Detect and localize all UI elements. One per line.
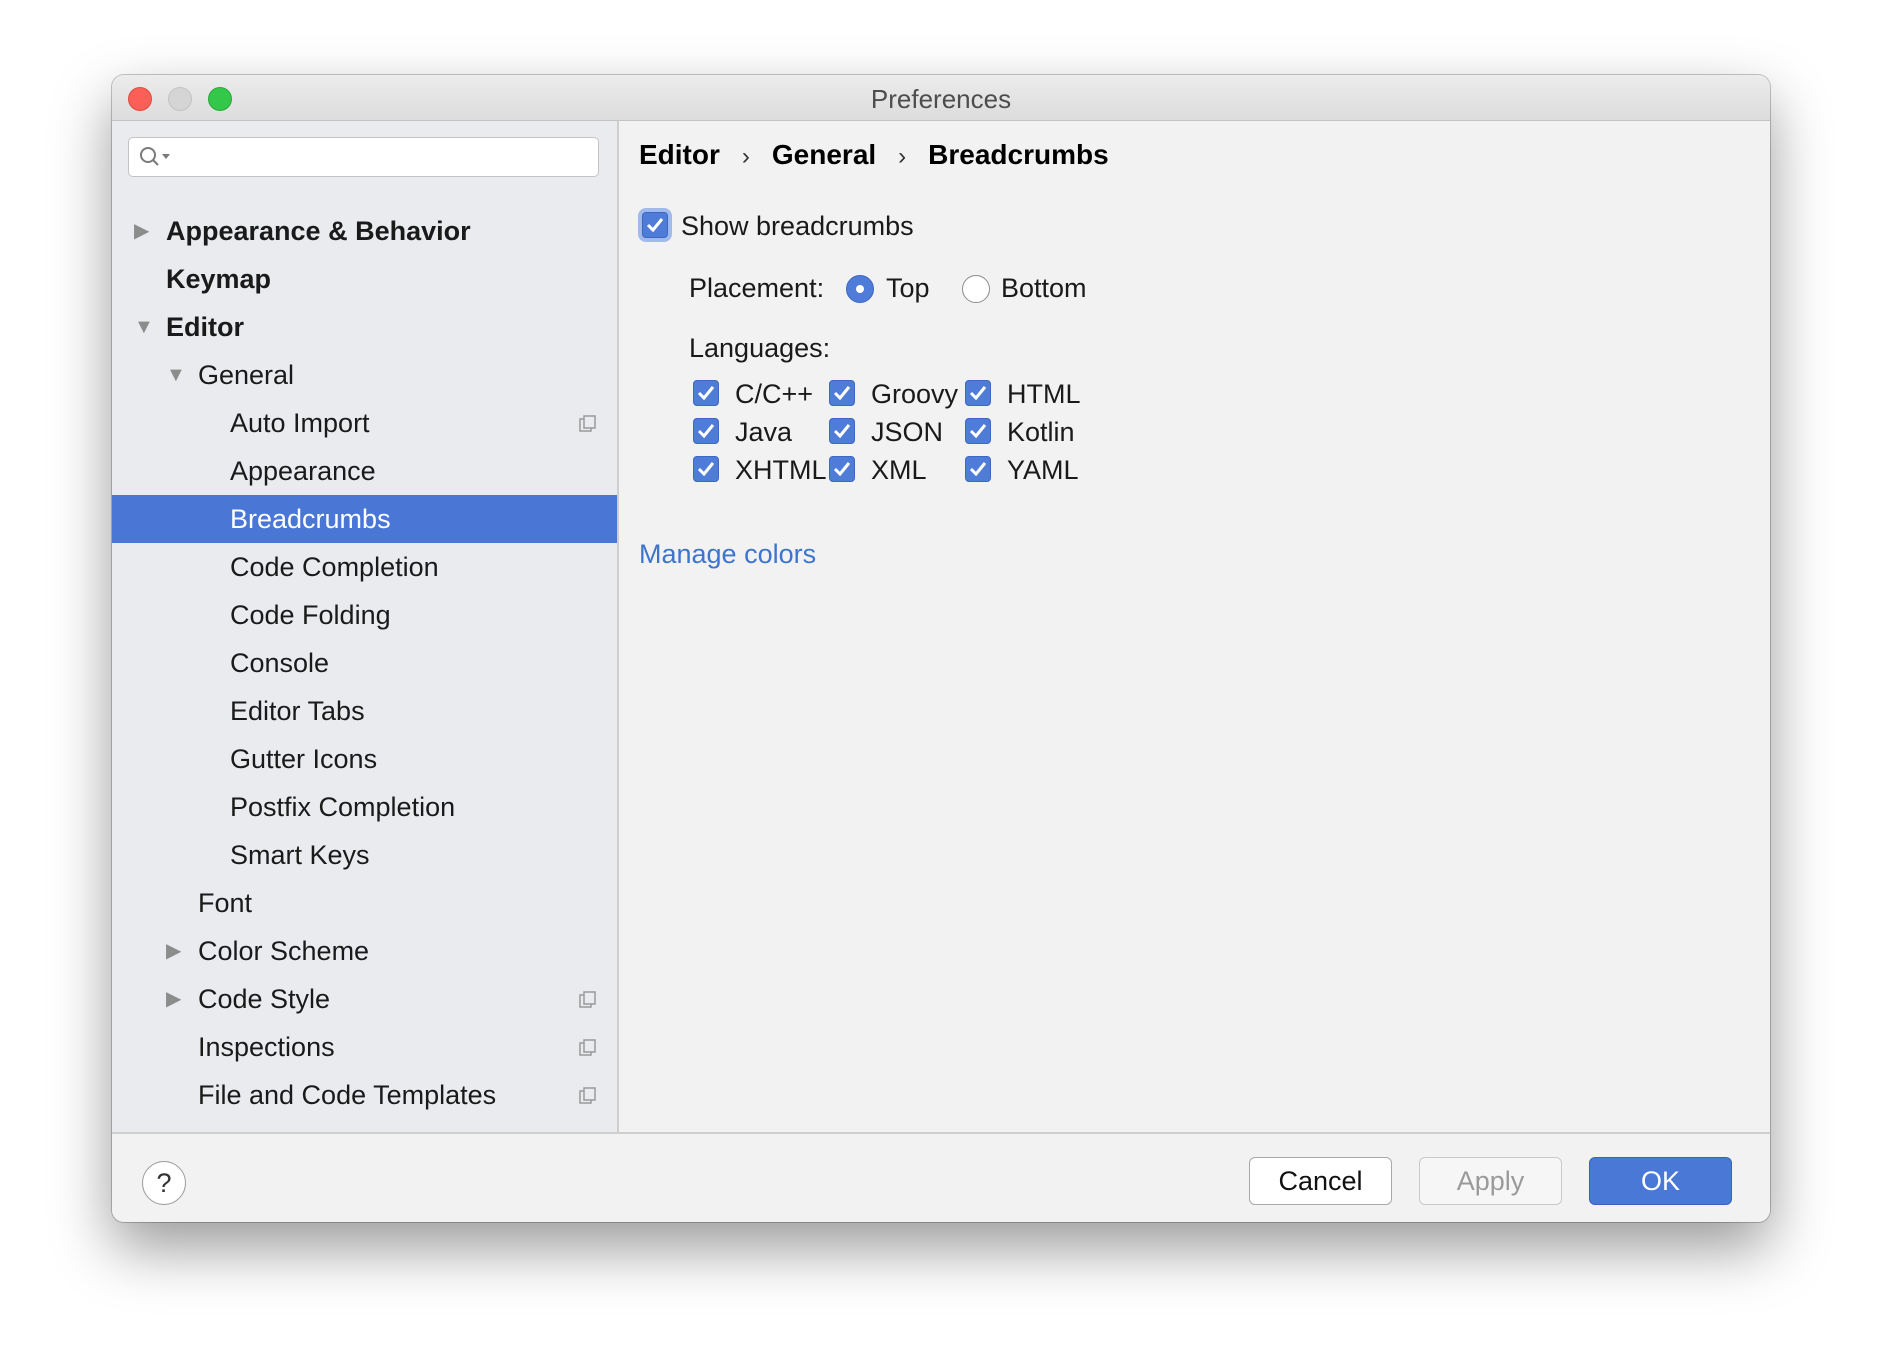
- dialog-footer: ? Cancel Apply OK: [112, 1132, 1770, 1222]
- sidebar-item-smart-keys[interactable]: Smart Keys: [112, 831, 617, 879]
- search-input[interactable]: [128, 137, 599, 177]
- checkmark-icon: [697, 462, 715, 477]
- apply-button[interactable]: Apply: [1419, 1157, 1562, 1205]
- sidebar-item-keymap[interactable]: Keymap: [112, 255, 617, 303]
- sidebar-item-editor[interactable]: ▼ Editor: [112, 303, 617, 351]
- language-checkbox-groovy[interactable]: [829, 380, 855, 406]
- languages-label: Languages:: [689, 333, 831, 363]
- copy-icon: [579, 1087, 596, 1104]
- help-button[interactable]: ?: [142, 1161, 186, 1205]
- copy-icon: [579, 991, 596, 1008]
- sidebar-item-file-encodings[interactable]: File Encodings: [112, 1119, 617, 1132]
- placement-top-radio[interactable]: [846, 275, 874, 303]
- language-checkbox-json[interactable]: [829, 418, 855, 444]
- breadcrumb-item-breadcrumbs: Breadcrumbs: [928, 139, 1109, 170]
- sidebar-item-code-completion[interactable]: Code Completion: [112, 543, 617, 591]
- copy-icon: [579, 415, 596, 432]
- breadcrumb-separator-icon: ›: [898, 143, 907, 170]
- settings-sidebar: ▶ Appearance & Behavior Keymap ▼ Editor …: [112, 121, 619, 1132]
- language-label-yaml: YAML: [1007, 455, 1079, 485]
- placement-bottom-label: Bottom: [1001, 273, 1087, 303]
- sidebar-item-breadcrumbs[interactable]: Breadcrumbs: [112, 495, 617, 543]
- checkmark-icon: [969, 462, 987, 477]
- title-bar: Preferences: [112, 75, 1770, 121]
- language-checkbox-xhtml[interactable]: [693, 456, 719, 482]
- language-label-groovy: Groovy: [871, 379, 959, 409]
- checkmark-icon: [833, 386, 851, 401]
- placement-bottom-radio[interactable]: [962, 275, 990, 303]
- preferences-window: Preferences ▶ Appearance & Behavior Keym…: [112, 75, 1770, 1222]
- collapse-arrow-icon[interactable]: ▼: [134, 303, 154, 351]
- placement-label: Placement:: [689, 273, 825, 303]
- sidebar-item-file-code-templates[interactable]: File and Code Templates: [112, 1071, 617, 1119]
- sidebar-item-editor-tabs[interactable]: Editor Tabs: [112, 687, 617, 735]
- language-checkbox-java[interactable]: [693, 418, 719, 444]
- sidebar-item-inspections[interactable]: Inspections: [112, 1023, 617, 1071]
- language-checkbox-html[interactable]: [965, 380, 991, 406]
- collapse-arrow-icon[interactable]: ▼: [166, 351, 186, 399]
- placement-top-label: Top: [886, 273, 930, 303]
- sidebar-item-auto-import[interactable]: Auto Import: [112, 399, 617, 447]
- breadcrumb-separator-icon: ›: [741, 143, 750, 170]
- language-label-json: JSON: [871, 417, 944, 447]
- language-checkbox-yaml[interactable]: [965, 456, 991, 482]
- language-label-xml: XML: [871, 455, 927, 485]
- window-title: Preferences: [870, 84, 1012, 114]
- checkmark-icon: [697, 424, 715, 439]
- language-checkbox-kotlin[interactable]: [965, 418, 991, 444]
- breadcrumb-item-editor[interactable]: Editor: [639, 139, 720, 170]
- language-label-kotlin: Kotlin: [1007, 417, 1075, 447]
- sidebar-item-code-style[interactable]: ▶ Code Style: [112, 975, 617, 1023]
- language-checkbox-xml[interactable]: [829, 456, 855, 482]
- checkmark-icon: [969, 424, 987, 439]
- expand-arrow-icon[interactable]: ▶: [166, 975, 181, 1023]
- sidebar-item-console[interactable]: Console: [112, 639, 617, 687]
- sidebar-item-postfix-completion[interactable]: Postfix Completion: [112, 783, 617, 831]
- breadcrumb: Editor › General › Breadcrumbs: [639, 135, 1109, 175]
- expand-arrow-icon[interactable]: ▶: [166, 927, 181, 975]
- language-checkbox-c-cpp[interactable]: [693, 380, 719, 406]
- checkmark-icon: [833, 462, 851, 477]
- cancel-button[interactable]: Cancel: [1249, 1157, 1392, 1205]
- expand-arrow-icon[interactable]: ▶: [134, 207, 149, 255]
- sidebar-item-font[interactable]: Font: [112, 879, 617, 927]
- search-icon: [140, 147, 170, 166]
- ok-button[interactable]: OK: [1589, 1157, 1732, 1205]
- show-breadcrumbs-label: Show breadcrumbs: [681, 211, 914, 241]
- language-label-c-cpp: C/C++: [735, 379, 814, 409]
- settings-content: Editor › General › Breadcrumbs Show breadcru…: [619, 121, 1770, 1132]
- checkmark-icon: [697, 386, 715, 401]
- language-label-java: Java: [735, 417, 793, 447]
- language-label-html: HTML: [1007, 379, 1081, 409]
- checkmark-icon: [646, 218, 664, 233]
- checkmark-icon: [833, 424, 851, 439]
- copy-icon: [579, 1039, 596, 1056]
- sidebar-item-gutter-icons[interactable]: Gutter Icons: [112, 735, 617, 783]
- checkmark-icon: [969, 386, 987, 401]
- show-breadcrumbs-checkbox[interactable]: [642, 212, 668, 238]
- sidebar-item-code-folding[interactable]: Code Folding: [112, 591, 617, 639]
- breadcrumb-item-general[interactable]: General: [772, 139, 876, 170]
- sidebar-item-appearance-behavior[interactable]: ▶ Appearance & Behavior: [112, 207, 617, 255]
- manage-colors-link[interactable]: Manage colors: [639, 539, 816, 570]
- language-label-xhtml: XHTML: [735, 455, 827, 485]
- sidebar-item-appearance[interactable]: Appearance: [112, 447, 617, 495]
- sidebar-item-color-scheme[interactable]: ▶ Color Scheme: [112, 927, 617, 975]
- sidebar-item-general[interactable]: ▼ General: [112, 351, 617, 399]
